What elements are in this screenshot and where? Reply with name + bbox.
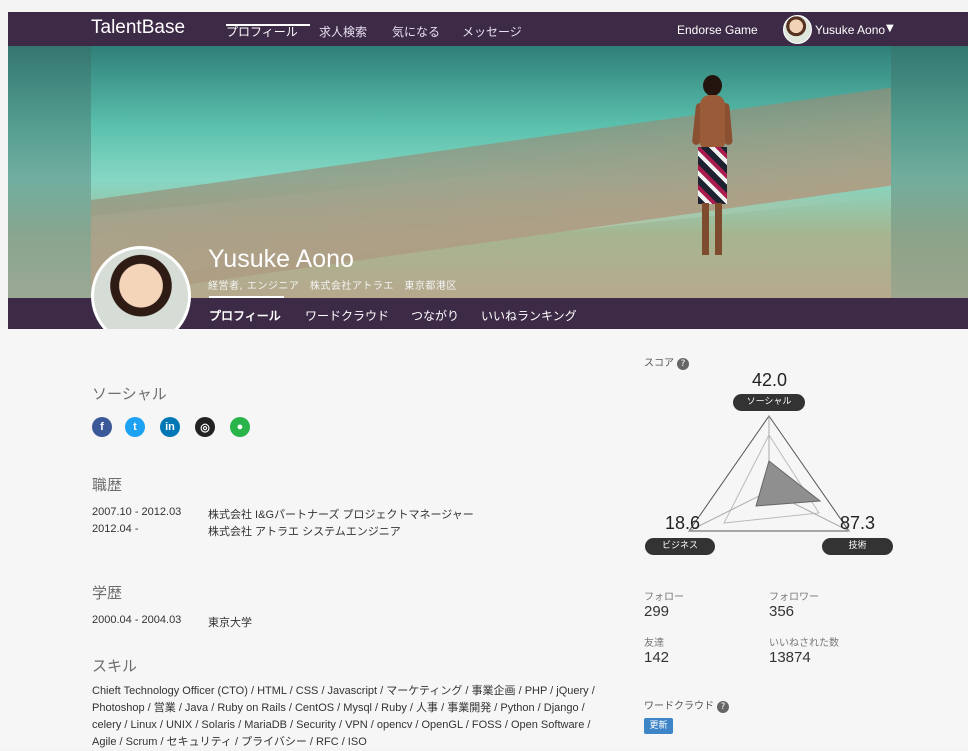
career-detail-2: 株式会社 アトラエ システムエンジニア (208, 526, 401, 538)
score-label-text: スコア (644, 358, 674, 369)
tab-profile[interactable]: プロフィール (209, 307, 281, 324)
person-right-leg (715, 203, 722, 255)
endorse-game-link[interactable]: Endorse Game (677, 23, 758, 37)
brand-logo[interactable]: TalentBase (91, 17, 185, 39)
likes-count[interactable]: 13874 (769, 649, 811, 666)
career-period-2: 2012.04 - (92, 523, 139, 535)
github-icon[interactable]: ◎ (195, 417, 215, 437)
friends-label: 友達 (644, 638, 664, 649)
top-navigation: TalentBase プロフィール 求人検索 気になる メッセージ Endors… (8, 12, 968, 46)
tab-word-cloud[interactable]: ワードクラウド (305, 307, 389, 324)
nav-favorites[interactable]: 気になる (392, 23, 440, 40)
likes-label: いいねされた数 (769, 638, 839, 649)
radar-axis-left (688, 490, 770, 532)
follower-count[interactable]: 356 (769, 603, 794, 620)
business-score-value: 18.6 (665, 513, 701, 533)
social-score-value: 42.0 (752, 370, 788, 390)
user-menu-name[interactable]: Yusuke Aono (815, 23, 885, 37)
chevron-down-icon[interactable]: ▼ (886, 23, 894, 34)
help-icon[interactable]: ? (717, 701, 729, 713)
follower-label: フォロワー (769, 592, 819, 603)
profile-name: Yusuke Aono (208, 245, 354, 273)
update-button[interactable]: 更新 (644, 718, 673, 734)
cover-right-shade (891, 46, 968, 298)
radar-score-area (755, 460, 822, 507)
beach-person-illustration (690, 75, 735, 256)
business-score-pill: ビジネス (645, 538, 715, 555)
cover-left-shade (8, 46, 91, 298)
facebook-icon[interactable]: f (92, 417, 112, 437)
person-left-leg (702, 203, 709, 255)
career-section-title: 職歴 (92, 476, 123, 494)
linkedin-icon[interactable]: in (160, 417, 180, 437)
profile-subtitle: 経営者, エンジニア 株式会社アトラエ 東京都港区 (208, 281, 457, 292)
nav-messages[interactable]: メッセージ (462, 23, 522, 40)
social-score-pill: ソーシャル (733, 394, 805, 411)
education-school: 東京大学 (208, 617, 252, 629)
active-tab-indicator (209, 296, 284, 298)
word-cloud-label-text: ワードクラウド (644, 701, 714, 712)
word-cloud-label: ワードクラウド? (644, 697, 729, 713)
skills-section-title: スキル (92, 657, 138, 675)
skills-list: Chieft Technology Officer (CTO) / HTML /… (92, 685, 595, 748)
tech-score-value: 87.3 (840, 513, 876, 533)
follow-count[interactable]: 299 (644, 603, 669, 620)
education-period: 2000.04 - 2004.03 (92, 614, 182, 626)
person-head (703, 75, 722, 96)
person-shorts (698, 147, 727, 204)
help-icon[interactable]: ? (677, 358, 689, 370)
nav-job-search[interactable]: 求人検索 (319, 23, 367, 40)
talentbase-icon[interactable]: ● (230, 417, 250, 437)
career-period-1: 2007.10 - 2012.03 (92, 506, 182, 518)
friends-count[interactable]: 142 (644, 649, 669, 666)
education-section-title: 学歴 (92, 584, 123, 602)
tab-connections[interactable]: つながり (411, 307, 459, 324)
follow-label: フォロー (644, 592, 684, 603)
tab-like-ranking[interactable]: いいねランキング (481, 307, 577, 324)
user-avatar[interactable] (783, 15, 812, 44)
social-section-title: ソーシャル (92, 385, 167, 403)
score-label: スコア? (644, 354, 689, 370)
twitter-icon[interactable]: t (125, 417, 145, 437)
tech-score-pill: 技術 (822, 538, 893, 555)
person-torso (700, 95, 725, 148)
active-nav-indicator (226, 24, 310, 26)
career-detail-1: 株式会社 I&Gパートナーズ プロジェクトマネージャー (208, 509, 474, 521)
